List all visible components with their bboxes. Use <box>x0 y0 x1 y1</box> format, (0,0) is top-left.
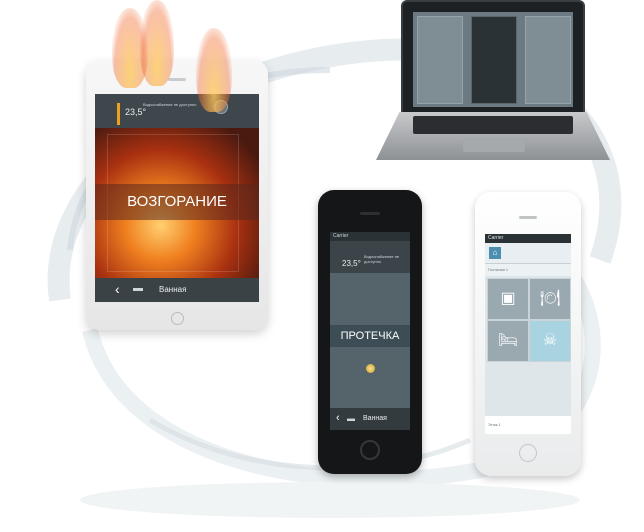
tile-media-center[interactable]: ▣ <box>487 278 529 320</box>
room-label: Ванная <box>363 415 387 422</box>
tile-bedroom[interactable]: 🛏 <box>487 320 529 362</box>
temperature-reading: 23,5° <box>125 107 147 117</box>
tablet-topbar: 23,5° Водоснабжение не доступно <box>95 94 259 128</box>
laptop <box>401 0 585 116</box>
laptop-pane-center <box>471 16 517 104</box>
dining-icon: 🍽 <box>539 290 561 307</box>
phone-black-speaker <box>360 212 380 215</box>
room-label: Ванная <box>159 285 187 294</box>
tile-alert[interactable]: ☠ <box>529 320 571 362</box>
chevron-left-icon[interactable]: ‹ <box>115 281 120 297</box>
leak-alarm-banner: ПРОТЕЧКА <box>330 325 410 347</box>
alert-icon: ☠ <box>542 332 558 349</box>
water-supply-note: Водоснабжение не доступно <box>364 254 400 264</box>
lightbulb-icon[interactable] <box>366 364 375 373</box>
flame-center <box>140 0 174 86</box>
tablet-home-button[interactable] <box>171 312 184 325</box>
phone-black-topbar: 23,5° Водоснабжение не доступно <box>330 241 410 273</box>
bathtub-icon: ▬ <box>133 283 143 294</box>
home-icon[interactable]: ⌂ <box>489 247 501 259</box>
phone-black-screen: Carrier 23,5° Водоснабжение не доступно … <box>330 232 410 430</box>
laptop-keyboard <box>413 116 573 134</box>
phone-black-home-button[interactable] <box>360 440 380 460</box>
temperature-indicator <box>117 103 120 125</box>
bed-icon: 🛏 <box>497 332 519 349</box>
tablet-screen: 23,5° Водоснабжение не доступно ВОЗГОРАН… <box>95 94 259 302</box>
floor-footer: Этаж 1 <box>485 416 571 434</box>
temperature-reading: 23,5° <box>342 259 361 268</box>
device-showcase: 23,5° Водоснабжение не доступно ВОЗГОРАН… <box>0 0 644 532</box>
laptop-pane-left <box>417 16 463 104</box>
tablet: 23,5° Водоснабжение не доступно ВОЗГОРАН… <box>86 60 268 330</box>
laptop-trackpad <box>463 138 525 152</box>
phone-black: Carrier 23,5° Водоснабжение не доступно … <box>318 190 422 474</box>
phone-white-screen: Carrier ⌂ Гостиная 1 ▣ 🍽 🛏 ☠ Этаж 1 <box>485 234 571 434</box>
phone-white-speaker <box>519 216 537 219</box>
media-center-icon: ▣ <box>500 290 516 307</box>
laptop-screen <box>413 12 573 107</box>
room-subheader: Гостиная 1 <box>485 264 571 276</box>
phone-white: Carrier ⌂ Гостиная 1 ▣ 🍽 🛏 ☠ Этаж 1 <box>475 192 581 476</box>
phone-white-home-button[interactable] <box>519 444 537 462</box>
flame-right <box>196 28 232 112</box>
bathtub-icon: ▬ <box>347 414 355 423</box>
tile-dining[interactable]: 🍽 <box>529 278 571 320</box>
chevron-left-icon[interactable]: ‹ <box>336 412 340 424</box>
phone-black-bottom-bar: ‹ ▬ Ванная <box>330 408 410 430</box>
status-bar: Carrier <box>330 232 410 241</box>
tablet-camera <box>168 78 186 81</box>
water-supply-note: Водоснабжение не доступно <box>143 102 197 107</box>
tablet-bottom-bar: ‹ ▬ Ванная <box>95 278 259 302</box>
laptop-pane-right <box>525 16 571 104</box>
phone-white-header: ⌂ <box>485 243 571 264</box>
fire-alarm-banner: ВОЗГОРАНИЕ <box>95 184 259 220</box>
status-bar: Carrier <box>485 234 571 243</box>
